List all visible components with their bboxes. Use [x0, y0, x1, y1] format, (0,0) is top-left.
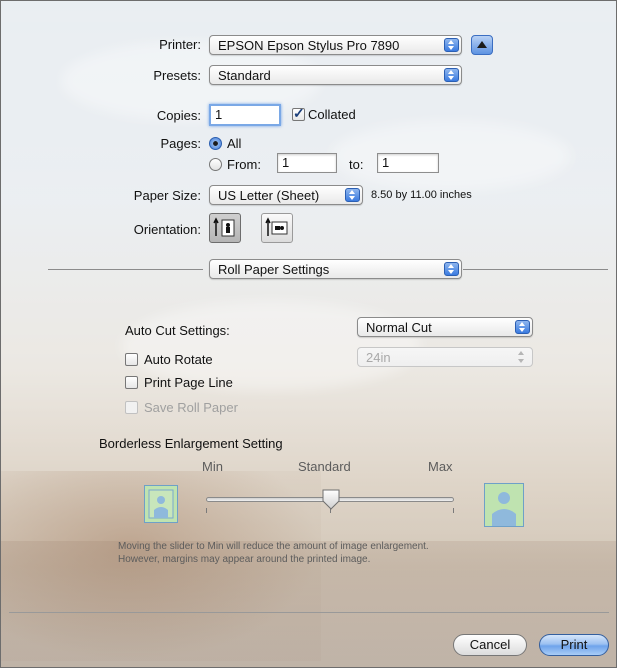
- printer-value: EPSON Epson Stylus Pro 7890: [218, 38, 400, 53]
- save-roll-paper-label: Save Roll Paper: [144, 400, 238, 415]
- paper-size-popup[interactable]: US Letter (Sheet): [209, 185, 363, 205]
- popup-arrows-icon: [515, 320, 530, 334]
- slider-min-label: Min: [202, 459, 223, 474]
- separator-left: [48, 269, 203, 270]
- pages-to-label: to:: [349, 157, 364, 172]
- popup-arrows-icon: [444, 68, 459, 82]
- orientation-landscape-button[interactable]: [261, 213, 293, 243]
- pages-from-radio[interactable]: [209, 158, 222, 171]
- pages-from-label: From:: [227, 157, 261, 172]
- print-page-line-label: Print Page Line: [144, 375, 233, 390]
- enlargement-slider-knob[interactable]: [321, 489, 341, 511]
- collated-label: Collated: [308, 107, 356, 122]
- person-icon: [148, 489, 174, 519]
- auto-rotate-label: Auto Rotate: [144, 352, 213, 367]
- paper-dimensions: 8.50 by 11.00 inches: [371, 189, 472, 201]
- pages-from-field[interactable]: 1: [277, 153, 337, 173]
- min-enlargement-thumbnail: [144, 485, 178, 523]
- printer-label: Printer:: [159, 37, 201, 52]
- print-page-line-checkbox[interactable]: [125, 376, 138, 389]
- cancel-button[interactable]: Cancel: [453, 634, 527, 656]
- popup-arrows-icon: [444, 262, 459, 276]
- popup-arrows-icon: [515, 350, 530, 364]
- max-enlargement-thumbnail: [484, 483, 524, 527]
- slider-tick: [453, 508, 454, 513]
- borderless-title: Borderless Enlargement Setting: [99, 436, 283, 451]
- landscape-icon: [265, 217, 288, 236]
- borderless-note-line1: Moving the slider to Min will reduce the…: [118, 541, 429, 552]
- slider-max-label: Max: [428, 459, 453, 474]
- presets-label: Presets:: [153, 68, 201, 83]
- auto-cut-label: Auto Cut Settings:: [125, 323, 230, 338]
- borderless-note-line2: However, margins may appear around the p…: [118, 554, 371, 565]
- copies-label: Copies:: [156, 108, 201, 123]
- pages-all-label: All: [227, 136, 242, 151]
- slider-standard-label: Standard: [298, 459, 351, 474]
- print-dialog: Printer: EPSON Epson Stylus Pro 7890 Pre…: [0, 0, 617, 668]
- slider-tick: [206, 508, 207, 513]
- roll-width-popup[interactable]: 24in: [357, 347, 533, 367]
- pages-to-field[interactable]: 1: [377, 153, 439, 173]
- person-icon: [492, 492, 516, 526]
- paper-size-label: Paper Size:: [133, 188, 201, 203]
- copies-field[interactable]: 1: [209, 104, 281, 126]
- bottom-separator: [9, 612, 609, 613]
- portrait-icon: [213, 217, 235, 237]
- paper-size-value: US Letter (Sheet): [218, 188, 320, 203]
- background-cloud: [331, 121, 571, 191]
- printer-popup[interactable]: EPSON Epson Stylus Pro 7890: [209, 35, 462, 55]
- presets-popup[interactable]: Standard: [209, 65, 462, 85]
- orientation-label: Orientation:: [133, 222, 201, 237]
- orientation-portrait-button[interactable]: [209, 213, 241, 243]
- disclosure-button[interactable]: [471, 35, 493, 55]
- separator-right: [463, 269, 608, 270]
- roll-width-value: 24in: [366, 350, 391, 365]
- panel-value: Roll Paper Settings: [218, 262, 330, 277]
- presets-value: Standard: [218, 68, 271, 83]
- collated-checkbox[interactable]: [292, 105, 305, 122]
- auto-cut-value: Normal Cut: [366, 320, 432, 335]
- popup-arrows-icon: [345, 188, 360, 202]
- print-button[interactable]: Print: [539, 634, 609, 656]
- popup-arrows-icon: [444, 38, 459, 52]
- auto-cut-popup[interactable]: Normal Cut: [357, 317, 533, 337]
- pages-all-radio[interactable]: [209, 137, 222, 150]
- save-roll-paper-checkbox[interactable]: [125, 401, 138, 414]
- panel-popup[interactable]: Roll Paper Settings: [209, 259, 462, 279]
- pages-label: Pages:: [160, 136, 201, 151]
- auto-rotate-checkbox[interactable]: [125, 353, 138, 366]
